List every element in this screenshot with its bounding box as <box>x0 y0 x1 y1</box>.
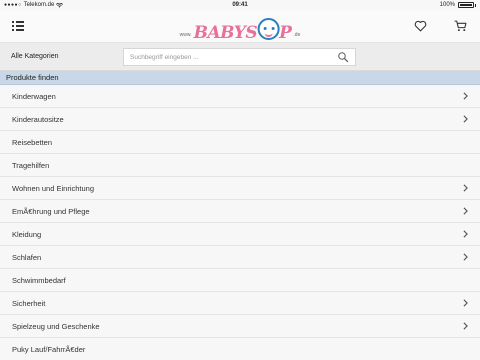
battery-tip <box>475 3 476 7</box>
all-categories-button[interactable]: Alle Kategorien <box>8 53 61 60</box>
category-item[interactable]: Reisebetten <box>0 131 480 154</box>
chevron-right-icon <box>461 207 469 215</box>
status-right: 100% <box>440 2 476 8</box>
category-item[interactable]: Kinderwagen <box>0 85 480 108</box>
category-item[interactable]: Spielzeug und Geschenke <box>0 315 480 338</box>
chevron-right-icon <box>461 299 469 307</box>
category-label: Kinderwagen <box>12 91 56 101</box>
search-box <box>123 48 356 66</box>
category-label: Spielzeug und Geschenke <box>12 321 100 331</box>
category-item[interactable]: Kleidung <box>0 223 480 246</box>
list-menu-icon[interactable] <box>12 16 32 36</box>
search-input[interactable] <box>130 53 337 61</box>
logo-brand-right: P <box>279 23 292 43</box>
category-item[interactable]: Sicherheit <box>0 292 480 315</box>
header-actions <box>412 18 468 34</box>
category-item[interactable]: Puky Lauf/FahrrÃ€der <box>0 338 480 360</box>
baby-face-icon <box>257 18 280 40</box>
category-label: Reisebetten <box>12 137 53 147</box>
search-bar: Alle Kategorien <box>0 43 480 71</box>
category-label: Kinderautositze <box>12 114 64 124</box>
chevron-right-icon <box>461 115 469 123</box>
category-label: Tragehilfen <box>12 160 50 170</box>
carrier-name: Telekom.de <box>23 2 55 8</box>
category-label: Wohnen und Einrichtung <box>12 183 95 193</box>
category-item[interactable]: Schwimmbedarf <box>0 269 480 292</box>
logo-brand-left: BABYS <box>193 23 258 43</box>
category-item[interactable]: Wohnen und Einrichtung <box>0 177 480 200</box>
battery-percent: 100% <box>439 2 455 8</box>
heart-icon[interactable] <box>412 18 428 34</box>
category-label: Sicherheit <box>12 298 46 308</box>
chevron-right-icon <box>461 253 469 261</box>
category-label: Schlafen <box>12 252 42 262</box>
status-time: 09:41 <box>232 2 248 8</box>
category-label: EmÃ€hrung und Pflege <box>12 206 90 216</box>
category-item[interactable]: Kinderautositze <box>0 108 480 131</box>
signal-icon: ●●●●○ <box>4 2 22 8</box>
category-item[interactable]: Tragehilfen <box>0 154 480 177</box>
chevron-right-icon <box>461 92 469 100</box>
chevron-right-icon <box>461 184 469 192</box>
babyshop-logo[interactable]: www. BABYS P .de <box>179 12 301 43</box>
battery-icon <box>458 2 474 8</box>
chevron-right-icon <box>461 230 469 238</box>
logo-tld: .de <box>293 32 301 38</box>
status-left: ●●●●○ Telekom.de <box>4 2 64 8</box>
category-item[interactable]: EmÃ€hrung und Pflege <box>0 200 480 223</box>
search-icon[interactable] <box>337 51 349 63</box>
category-label: Kleidung <box>12 229 42 239</box>
wifi-icon <box>56 2 64 8</box>
category-item[interactable]: Schlafen <box>0 246 480 269</box>
chevron-right-icon <box>461 322 469 330</box>
category-label: Schwimmbedarf <box>12 275 66 285</box>
status-bar: ●●●●○ Telekom.de 09:41 100% <box>0 0 480 10</box>
logo-www: www. <box>179 32 192 38</box>
category-list: Kinderwagen Kinderautositze Reisebetten Tra… <box>0 85 480 360</box>
cart-icon[interactable] <box>452 18 468 34</box>
app-header: www. BABYS P .de <box>0 10 480 43</box>
section-title: Produkte finden <box>0 71 480 85</box>
category-label: Puky Lauf/FahrrÃ€der <box>12 344 86 354</box>
